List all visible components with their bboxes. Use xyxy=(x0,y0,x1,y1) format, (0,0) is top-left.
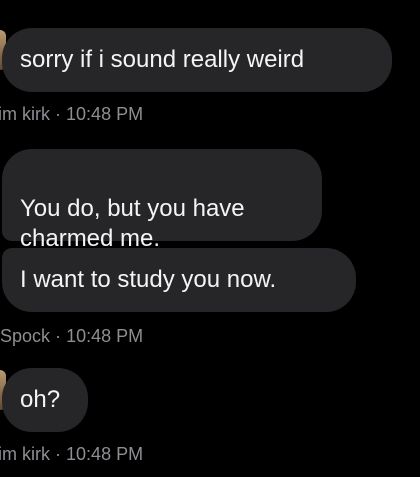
message-text: You do, but you have charmed me. xyxy=(20,195,245,252)
message-text: I want to study you now. xyxy=(20,266,277,293)
message-bubble[interactable]: I want to study you now. xyxy=(2,248,356,312)
message-text: oh? xyxy=(20,386,61,413)
message-timestamp: 10:48 PM xyxy=(66,444,144,464)
message-bubble[interactable]: You do, but you have charmed me. xyxy=(2,149,322,252)
message-meta: im kirk · 10:48 PM xyxy=(0,103,143,125)
message-timestamp: 10:48 PM xyxy=(66,104,144,124)
sender-name: im kirk xyxy=(0,444,50,464)
meta-separator: · xyxy=(55,326,62,346)
message-timestamp: 10:48 PM xyxy=(66,326,144,346)
meta-separator: · xyxy=(55,444,62,464)
message-bubble[interactable]: sorry if i sound really weird xyxy=(2,28,392,92)
message-text: sorry if i sound really weird xyxy=(20,46,305,73)
sender-name: im kirk xyxy=(0,104,50,124)
message-meta: im kirk · 10:48 PM xyxy=(0,443,143,465)
message-meta: Spock · 10:48 PM xyxy=(0,325,143,347)
meta-separator: · xyxy=(55,104,62,124)
message-bubble[interactable]: oh? xyxy=(2,368,88,432)
sender-name: Spock xyxy=(0,326,51,346)
